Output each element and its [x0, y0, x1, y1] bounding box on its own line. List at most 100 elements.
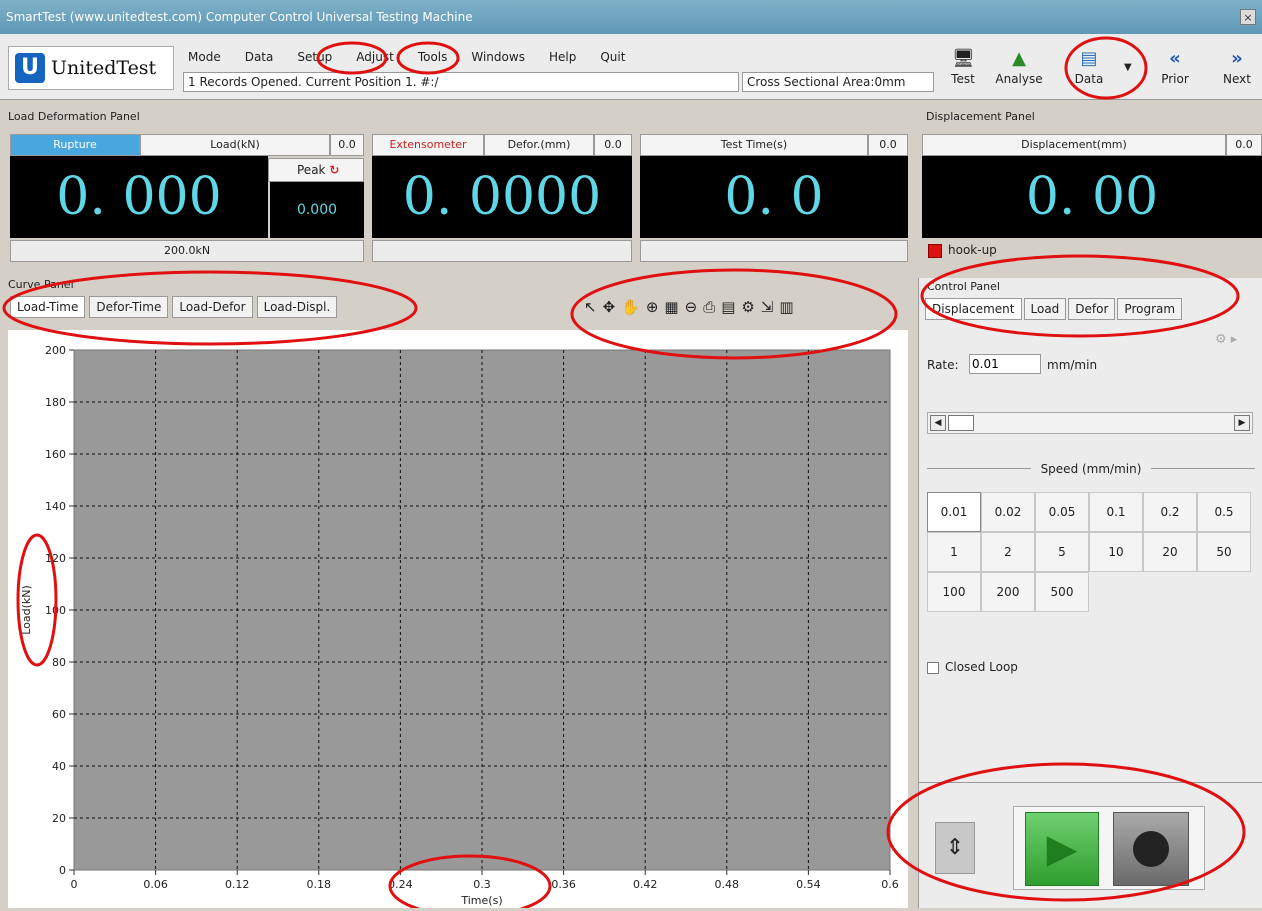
x-tick-label: 0.18: [307, 878, 332, 891]
menu-setup[interactable]: Setup: [297, 50, 332, 64]
menu-tools[interactable]: Tools: [418, 50, 448, 64]
menu-windows[interactable]: Windows: [471, 50, 525, 64]
zoom-in-icon[interactable]: ⊕: [646, 298, 659, 316]
speed-button[interactable]: 5: [1035, 532, 1089, 572]
time-footer: [640, 240, 908, 262]
settings-arrow-icon[interactable]: ⚙ ▸: [1215, 332, 1237, 347]
zoom-out-icon[interactable]: ⊖: [685, 298, 698, 316]
speed-button[interactable]: 0.01: [927, 492, 981, 532]
grid-icon[interactable]: ▤: [721, 298, 735, 316]
closed-loop-label: Closed Loop: [945, 660, 1018, 674]
x-tick-label: 0.12: [225, 878, 250, 891]
zoom-box-icon[interactable]: ▦: [664, 298, 678, 316]
legend-icon[interactable]: ▥: [779, 298, 793, 316]
speed-button[interactable]: 500: [1035, 572, 1089, 612]
data-button[interactable]: ▤ Data: [1062, 44, 1116, 92]
y-tick-label: 160: [45, 448, 66, 461]
chart-icon: ▲: [1012, 48, 1026, 69]
defor-small-value: 0.0: [594, 134, 632, 156]
tab-program[interactable]: Program: [1117, 298, 1183, 320]
data-dropdown-icon[interactable]: ▼: [1124, 62, 1132, 73]
speed-button[interactable]: 1: [927, 532, 981, 572]
tab-defor[interactable]: Defor: [1068, 298, 1116, 320]
extensometer-button[interactable]: Extensometer: [372, 134, 484, 156]
y-tick-label: 0: [59, 864, 66, 877]
menu-adjust[interactable]: Adjust: [356, 50, 394, 64]
peak-box: Peak ↻: [268, 158, 364, 182]
tab-load-displ[interactable]: Load-Displ.: [256, 296, 338, 318]
double-left-icon: «: [1169, 48, 1181, 69]
tab-defor-time[interactable]: Defor-Time: [89, 296, 169, 318]
y-tick-label: 120: [45, 552, 66, 565]
speed-grid: 0.01 0.02 0.05 0.1 0.2 0.5 1 2 5 10 20 5…: [927, 492, 1251, 612]
rate-unit: mm/min: [1047, 358, 1098, 372]
close-icon[interactable]: ×: [1240, 9, 1256, 25]
menu-data[interactable]: Data: [245, 50, 274, 64]
start-button[interactable]: ▶: [1025, 812, 1099, 886]
pan-hand-icon[interactable]: ✋: [621, 298, 640, 316]
y-tick-label: 40: [52, 760, 66, 773]
curve-tabs: Load-Time Defor-Time Load-Defor Load-Dis…: [10, 296, 338, 318]
tab-load-defor[interactable]: Load-Defor: [172, 296, 253, 318]
peak-display: 0.000: [270, 182, 364, 238]
load-time-chart: 0 0.06 0.12 0.18 0.24 0.3 0.36 0.42 0.48 0.54 0.6 0…: [20, 344, 899, 907]
menu-bar: U UnitedTest Mode Data Setup Adjust Tool…: [0, 34, 1262, 100]
defor-footer: [372, 240, 632, 262]
data-icon: ▤: [1080, 48, 1098, 69]
crosshair-icon[interactable]: ✥: [603, 298, 616, 316]
prior-label: Prior: [1161, 72, 1189, 86]
speed-button[interactable]: 0.05: [1035, 492, 1089, 532]
stop-button[interactable]: [1113, 812, 1189, 886]
pointer-icon[interactable]: ↖: [584, 298, 597, 316]
next-button[interactable]: » Next: [1210, 44, 1262, 92]
rate-slider[interactable]: ◀ ▶: [927, 412, 1253, 434]
speed-button[interactable]: 0.5: [1197, 492, 1251, 532]
x-tick-label: 0.24: [388, 878, 413, 891]
time-label: Test Time(s): [640, 134, 868, 156]
menu-quit[interactable]: Quit: [600, 50, 625, 64]
menu-mode[interactable]: Mode: [188, 50, 221, 64]
rate-label: Rate:: [927, 358, 959, 372]
slider-right-arrow[interactable]: ▶: [1234, 415, 1250, 431]
settings-icon[interactable]: ⚙: [741, 298, 754, 316]
title-bar: SmartTest (www.unitedtest.com) Computer …: [0, 0, 1262, 34]
slider-left-arrow[interactable]: ◀: [930, 415, 946, 431]
rupture-button[interactable]: Rupture: [10, 134, 140, 156]
speed-button[interactable]: 2: [981, 532, 1035, 572]
menu-help[interactable]: Help: [549, 50, 576, 64]
speed-button[interactable]: 0.02: [981, 492, 1035, 532]
speed-button[interactable]: 0.2: [1143, 492, 1197, 532]
test-button[interactable]: 🖥 Test: [936, 44, 990, 92]
speed-button[interactable]: 0.1: [1089, 492, 1143, 532]
y-tick-label: 180: [45, 396, 66, 409]
speed-button[interactable]: 10: [1089, 532, 1143, 572]
y-tick-label: 20: [52, 812, 66, 825]
speed-button[interactable]: 50: [1197, 532, 1251, 572]
tab-displacement[interactable]: Displacement: [925, 298, 1022, 320]
speed-button[interactable]: 20: [1143, 532, 1197, 572]
curve-panel-title: Curve Panel: [8, 278, 74, 291]
slider-thumb[interactable]: [948, 415, 974, 431]
closed-loop-checkbox[interactable]: [927, 662, 939, 674]
analyse-label: Analyse: [995, 72, 1043, 86]
y-tick-label: 60: [52, 708, 66, 721]
export-icon[interactable]: ⇲: [761, 298, 774, 316]
y-tick-label: 100: [45, 604, 66, 617]
jog-updown-icon[interactable]: ⇕: [935, 822, 975, 874]
stop-icon: [1133, 831, 1169, 867]
refresh-icon[interactable]: ↻: [329, 163, 339, 177]
print-icon[interactable]: ⎙: [703, 298, 715, 316]
speed-button[interactable]: 100: [927, 572, 981, 612]
load-display: 0. 000: [10, 156, 268, 238]
rate-input[interactable]: [969, 354, 1041, 374]
logo-mark: U: [15, 53, 45, 83]
tab-load[interactable]: Load: [1023, 298, 1067, 320]
speed-button[interactable]: 200: [981, 572, 1035, 612]
displacement-panel-title: Displacement Panel: [926, 110, 1035, 123]
x-tick-label: 0.06: [143, 878, 168, 891]
chart-toolbar: ↖ ✥ ✋ ⊕ ▦ ⊖ ⎙ ▤ ⚙ ⇲ ▥: [584, 298, 794, 316]
analyse-button[interactable]: ▲ Analyse: [992, 44, 1046, 92]
window-title: SmartTest (www.unitedtest.com) Computer …: [6, 10, 473, 24]
prior-button[interactable]: « Prior: [1148, 44, 1202, 92]
tab-load-time[interactable]: Load-Time: [10, 296, 86, 318]
